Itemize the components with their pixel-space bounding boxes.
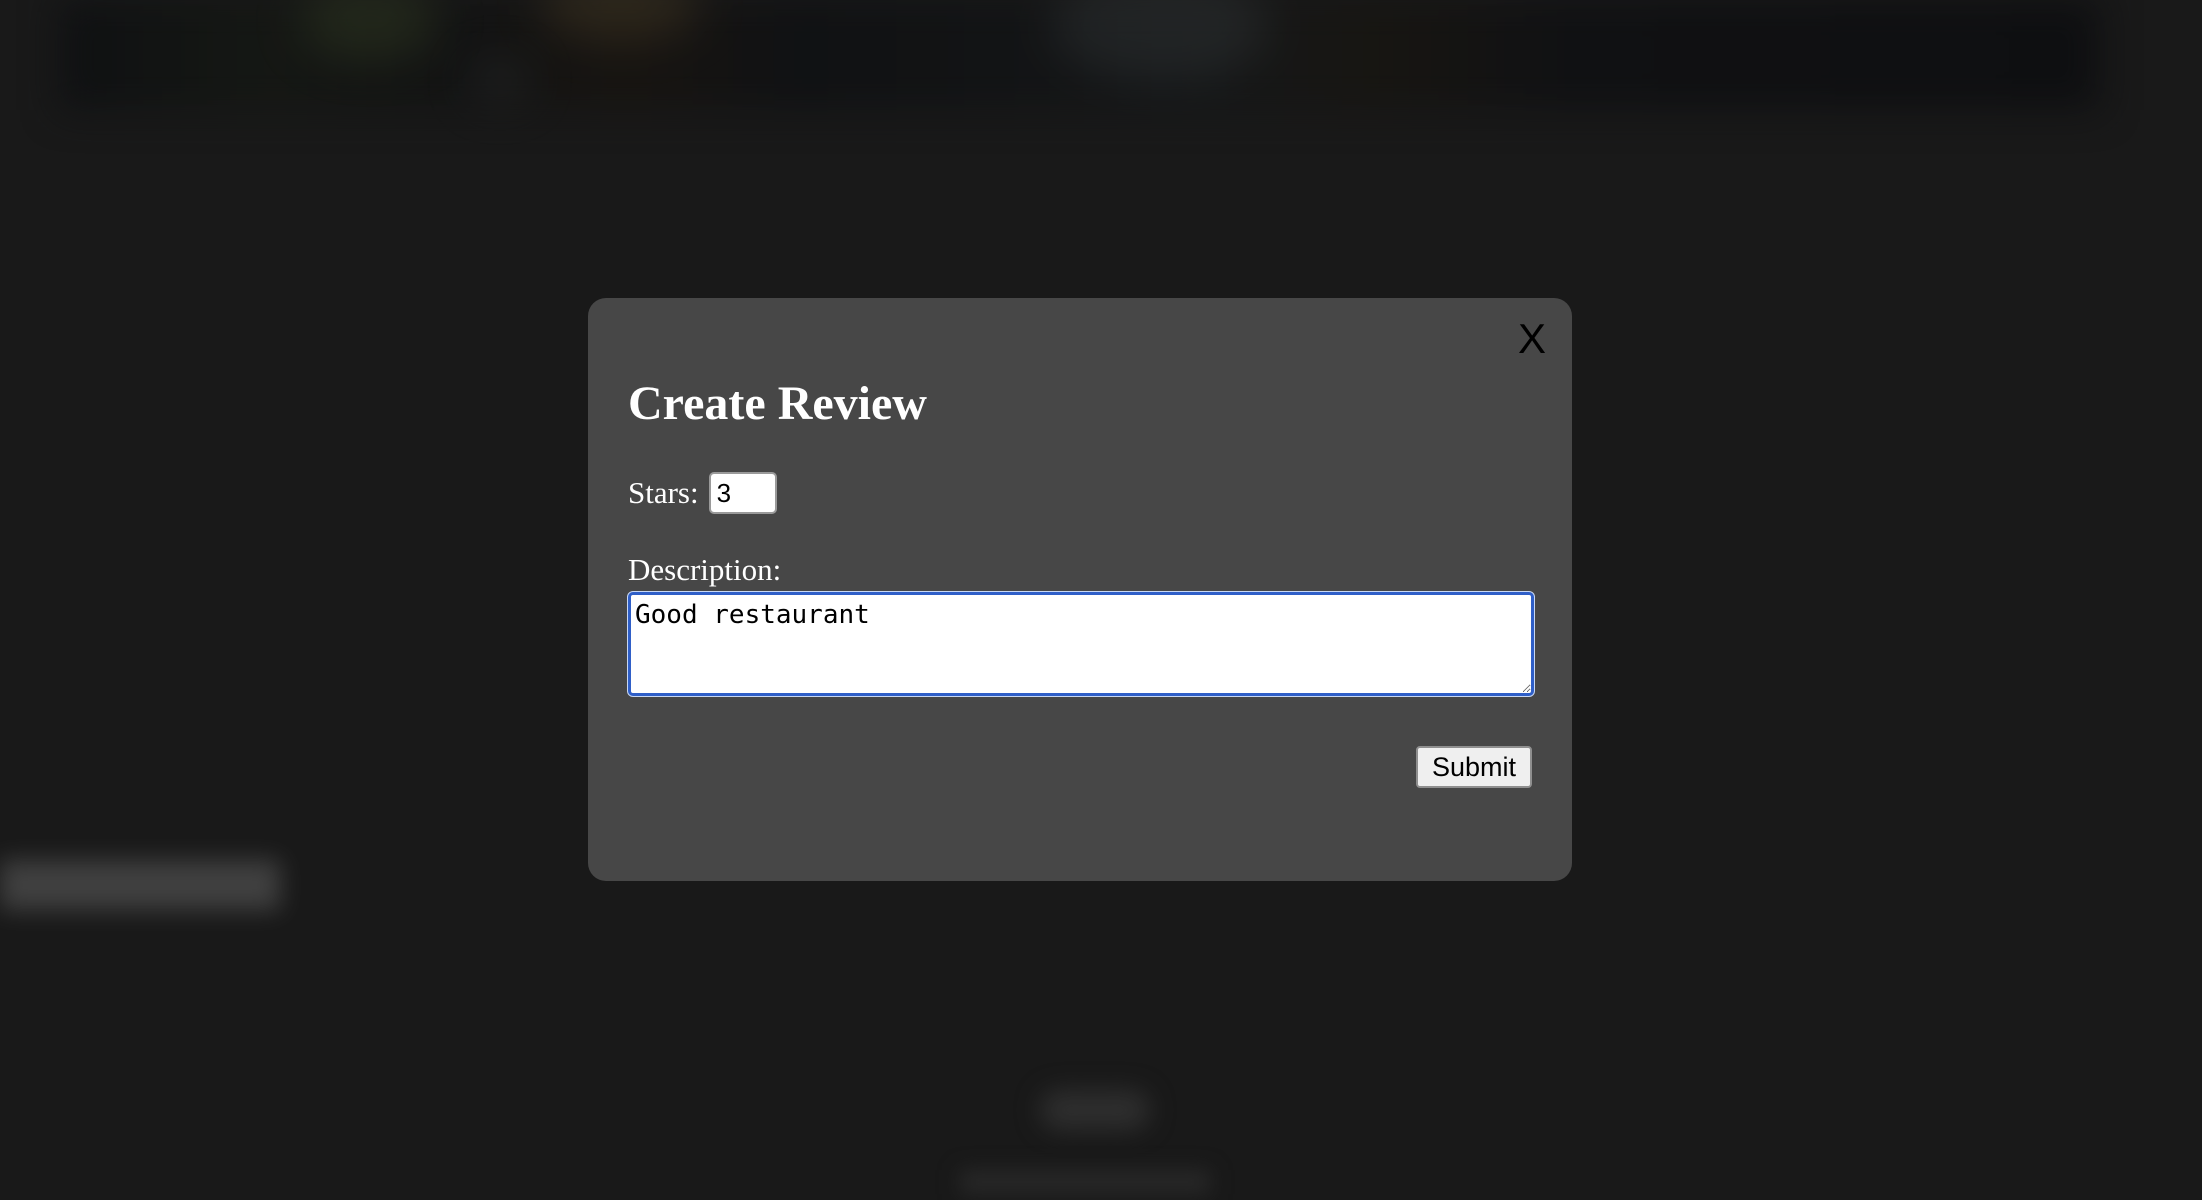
stars-label: Stars: (628, 475, 699, 510)
stars-field: Stars: (628, 472, 777, 514)
submit-button[interactable]: Submit (1415, 746, 1532, 788)
stars-input[interactable] (708, 472, 777, 514)
modal-title: Create Review (628, 377, 927, 430)
create-review-modal: X Create Review Stars: Description: Good… (588, 298, 1572, 881)
page-background: X Create Review Stars: Description: Good… (0, 0, 2202, 1200)
close-button[interactable]: X (1518, 318, 1546, 360)
description-textarea[interactable]: Good restaurant (628, 592, 1534, 696)
description-label: Description: (628, 552, 782, 587)
